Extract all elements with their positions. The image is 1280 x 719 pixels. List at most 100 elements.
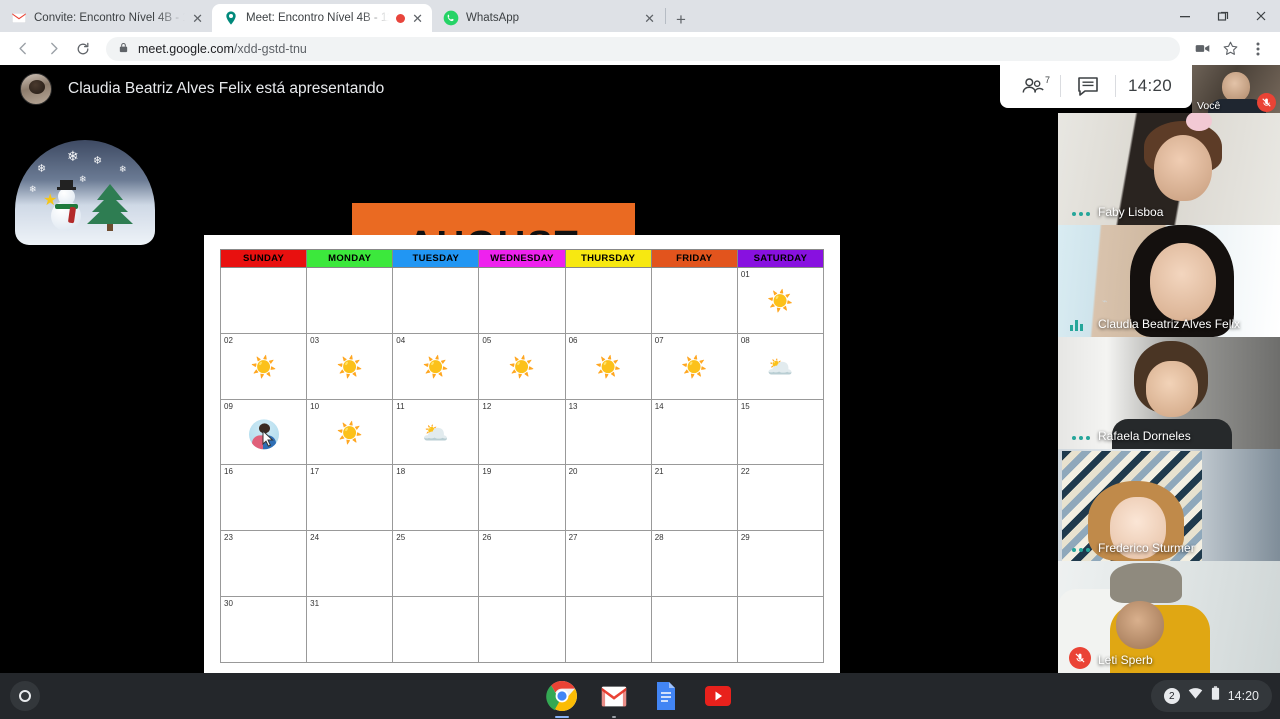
status-tray[interactable]: 2 14:20: [1150, 680, 1272, 712]
calendar-day-number: 07: [654, 335, 664, 345]
mic-dots-icon: [1072, 212, 1090, 216]
calendar-day-cell[interactable]: 02 ☀️: [219, 332, 308, 400]
cast-icon[interactable]: [1188, 35, 1216, 63]
more-menu-icon[interactable]: [1244, 35, 1272, 63]
tab-close-icon[interactable]: ✕: [644, 12, 655, 25]
calendar-day-cell[interactable]: 07 ☀️: [650, 332, 738, 400]
chromebook-screen: Convite: Encontro Nível 4B - 11/ ✕ Meet:…: [0, 0, 1280, 719]
calendar-day-cell[interactable]: 17: [306, 464, 394, 532]
calendar-day-cell[interactable]: 30: [219, 596, 308, 663]
calendar-day-cell[interactable]: 12: [478, 398, 566, 466]
calendar-day-cell[interactable]: 15: [736, 398, 825, 466]
calendar-day-cell[interactable]: [650, 596, 738, 663]
calendar-header-saturday: SATURDAY: [736, 249, 825, 268]
calendar-day-cell[interactable]: [564, 596, 652, 663]
snowflake-icon: ❄: [37, 163, 47, 175]
calendar-day-cell[interactable]: 11 🌥️: [392, 398, 480, 466]
calendar-day-cell[interactable]: 14: [650, 398, 738, 466]
calendar-day-cell[interactable]: [478, 267, 566, 334]
calendar-day-cell[interactable]: 06 ☀️: [564, 332, 652, 400]
calendar-day-number: 05: [482, 335, 492, 345]
calendar-day-cell[interactable]: [564, 267, 652, 334]
calendar-day-number: 27: [568, 533, 578, 543]
calendar-day-cell[interactable]: 20: [564, 464, 652, 532]
calendar-day-cell[interactable]: 13: [564, 398, 652, 466]
weather-sun-icon: ☀️: [767, 290, 794, 314]
new-tab-button[interactable]: +: [667, 10, 695, 32]
calendar-day-cell[interactable]: 05 ☀️: [478, 332, 566, 400]
calendar-day-number: 13: [568, 401, 578, 411]
calendar-day-cell[interactable]: 31: [306, 596, 394, 663]
window-close-button[interactable]: [1242, 0, 1280, 32]
calendar-day-cell[interactable]: 22: [736, 464, 825, 532]
shelf-clock: 14:20: [1227, 689, 1259, 703]
browser-tab-meet[interactable]: Meet: Encontro Nível 4B - 11 ✕: [212, 4, 432, 32]
participant-tile[interactable]: Rafaela Dorneles: [1058, 337, 1280, 449]
mouse-cursor: [262, 429, 274, 447]
calendar-day-number: 28: [654, 533, 664, 543]
tab-title: Convite: Encontro Nível 4B - 11/: [34, 12, 186, 24]
participant-tile[interactable]: ⌁ Claudia Beatriz Alves Felix: [1058, 225, 1280, 337]
calendar-day-cell[interactable]: 25: [392, 530, 480, 598]
gmail-icon[interactable]: [597, 679, 631, 718]
chat-button[interactable]: [1061, 64, 1115, 108]
calendar-day-cell[interactable]: [392, 267, 480, 334]
window-maximize-button[interactable]: [1204, 0, 1242, 32]
calendar-table: SUNDAY MONDAY TUESDAY WEDNESDAY THURSDAY FRID…: [219, 249, 825, 663]
calendar-day-cell[interactable]: 24: [306, 530, 394, 598]
calendar-day-cell[interactable]: [650, 267, 738, 334]
snowman-icon: [51, 180, 81, 231]
chrome-icon[interactable]: [545, 679, 579, 718]
calendar-day-number: 01: [740, 270, 750, 279]
participant-name: Faby Lisboa: [1098, 205, 1164, 219]
calendar-day-cell[interactable]: 23: [219, 530, 308, 598]
participants-button[interactable]: 7: [1006, 64, 1060, 108]
snowflake-icon: ❄: [93, 155, 103, 167]
calendar-day-number: 24: [310, 533, 320, 543]
weather-sun-icon: ☀️: [508, 356, 536, 380]
calendar-day-cell[interactable]: 10 ☀️: [306, 398, 394, 466]
calendar-header-sunday: SUNDAY: [219, 249, 308, 268]
calendar-day-cell[interactable]: [219, 267, 308, 334]
calendar-day-cell[interactable]: 18: [392, 464, 480, 532]
participant-tile[interactable]: Faby Lisboa: [1058, 113, 1280, 225]
launcher-icon[interactable]: [10, 681, 40, 711]
calendar-day-cell[interactable]: 04 ☀️: [392, 332, 480, 400]
tab-title: WhatsApp: [466, 12, 520, 24]
calendar-day-cell[interactable]: 21: [650, 464, 738, 532]
youtube-icon[interactable]: [701, 679, 735, 713]
docs-icon[interactable]: [649, 679, 683, 713]
calendar-day-number: 16: [224, 467, 233, 477]
calendar-day-cell[interactable]: 08 🌥️: [736, 332, 825, 400]
participant-tile[interactable]: Frederico Sturmer: [1058, 449, 1280, 561]
calendar-day-cell[interactable]: 16: [219, 464, 308, 532]
calendar-day-cell[interactable]: 26: [478, 530, 566, 598]
calendar-week-row: 16 17 18 19 20 21 22: [219, 464, 825, 532]
tab-close-icon[interactable]: ✕: [412, 12, 423, 25]
calendar-day-cell[interactable]: 01 ☀️: [736, 267, 825, 334]
calendar-day-cell[interactable]: [306, 267, 394, 334]
browser-tab-gmail[interactable]: Convite: Encontro Nível 4B - 11/ ✕: [0, 4, 212, 32]
calendar-day-cell[interactable]: 19: [478, 464, 566, 532]
calendar-day-cell[interactable]: 27: [564, 530, 652, 598]
participant-tile[interactable]: Leti Sperb: [1058, 561, 1280, 673]
calendar-header-wednesday: WEDNESDAY: [478, 249, 566, 268]
tab-close-icon[interactable]: ✕: [192, 12, 203, 25]
calendar-week-row: 02 ☀️ 03 ☀️ 04 ☀️ 05 ☀️ 06 ☀️ 07 ☀️ 08 🌥️: [219, 332, 825, 400]
calendar-day-cell[interactable]: 03 ☀️: [306, 332, 394, 400]
calendar-header-friday: FRIDAY: [650, 249, 738, 268]
presented-slide: ❄ ❄ ❄ ❄ ❄ ❄ ★ AUGUST: [0, 48, 935, 677]
window-minimize-button[interactable]: [1166, 0, 1204, 32]
calendar-day-cell[interactable]: [478, 596, 566, 663]
browser-tab-whatsapp[interactable]: WhatsApp ✕: [432, 4, 664, 32]
weather-sun-cloud-icon: 🌥️: [422, 422, 449, 446]
calendar-day-cell[interactable]: [736, 596, 825, 663]
calendar-day-cell[interactable]: 28: [650, 530, 738, 598]
weather-sun-icon: ☀️: [595, 356, 622, 380]
calendar-day-cell[interactable]: [392, 596, 480, 663]
participants-count: 7: [1044, 75, 1050, 85]
bookmark-star-icon[interactable]: [1216, 35, 1244, 63]
calendar-day-cell[interactable]: 29: [736, 530, 825, 598]
self-view-tile[interactable]: Você: [1192, 65, 1280, 115]
calendar-day-number: 17: [310, 467, 320, 477]
